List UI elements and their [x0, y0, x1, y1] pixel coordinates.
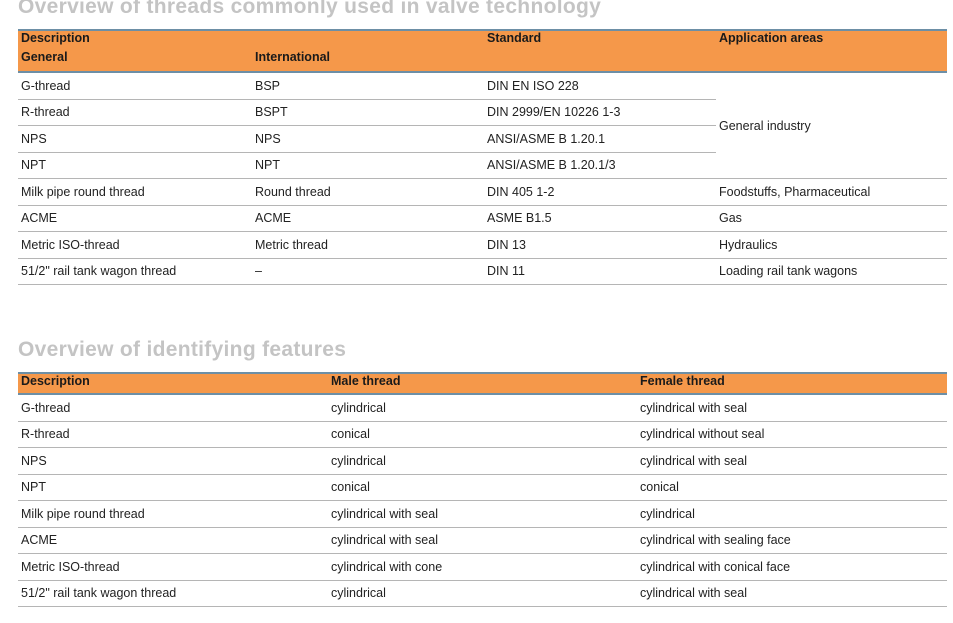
cell-female: cylindrical with seal [637, 394, 947, 422]
cell-standard: DIN 11 [484, 258, 716, 285]
cell-male: cylindrical with seal [328, 500, 637, 528]
cell-standard: ANSI/ASME B 1.20.1/3 [484, 152, 716, 179]
cell-description: R-thread [18, 421, 328, 448]
header-female: Female thread [637, 372, 947, 395]
cell-standard: ASME B1.5 [484, 205, 716, 232]
cell-female: cylindrical without seal [637, 421, 947, 448]
cell-application: Gas [716, 205, 947, 232]
cell-male: cylindrical [328, 447, 637, 475]
cell-description: G-thread [18, 394, 328, 422]
table-row: Milk pipe round thread Round thread DIN 40… [18, 178, 947, 206]
header-standard: Standard [484, 29, 716, 50]
table-row: Metric ISO-thread Metric thread DIN 13 Hydr… [18, 231, 947, 259]
table-row: G-thread BSP DIN EN ISO 228 General industr… [18, 72, 947, 179]
cell-description: NPS [18, 447, 328, 475]
cell-international: Metric thread [252, 231, 484, 259]
cell-male: cylindrical with cone [328, 553, 637, 581]
cell-international: – [252, 258, 484, 285]
cell-male: conical [328, 421, 637, 448]
cell-general: G-thread [18, 72, 252, 100]
cell-description: NPT [18, 474, 328, 501]
cell-international: NPS [252, 125, 484, 153]
cell-description: Milk pipe round thread [18, 500, 328, 528]
cell-description: Metric ISO-thread [18, 553, 328, 581]
cell-general: NPT [18, 152, 252, 179]
cell-male: cylindrical [328, 580, 637, 607]
cell-application: Foodstuffs, Pharmaceutical [716, 178, 947, 206]
table2-title: Overview of identifying features [18, 338, 347, 361]
cell-international: BSP [252, 72, 484, 100]
cell-female: cylindrical with sealing face [637, 527, 947, 554]
table-row: ACME cylindrical with seal cylindrical wit… [18, 527, 947, 554]
table-row: G-thread cylindrical cylindrical with seal [18, 394, 947, 422]
cell-standard: DIN 13 [484, 231, 716, 259]
cell-male: cylindrical with seal [328, 527, 637, 554]
cell-male: conical [328, 474, 637, 501]
cell-general: R-thread [18, 99, 252, 126]
cell-international: Round thread [252, 178, 484, 206]
cell-general: 51/2" rail tank wagon thread [18, 258, 252, 285]
header-description: Description [18, 372, 328, 395]
cell-female: cylindrical with conical face [637, 553, 947, 581]
cell-male: cylindrical [328, 394, 637, 422]
header-general: General [18, 50, 252, 73]
cell-general: ACME [18, 205, 252, 232]
threads-table: Description Standard Application areas Gen… [18, 29, 947, 285]
cell-standard: DIN 2999/EN 10226 1-3 [484, 99, 716, 126]
table1-title: Overview of threads commonly used in val… [18, 0, 602, 18]
header-international: International [252, 50, 484, 73]
cell-female: cylindrical with seal [637, 447, 947, 475]
header-application: Application areas [716, 29, 947, 50]
cell-application: Loading rail tank wagons [716, 258, 947, 285]
table-row: 51/2" rail tank wagon thread cylindrical c… [18, 580, 947, 607]
cell-female: conical [637, 474, 947, 501]
cell-international: NPT [252, 152, 484, 179]
cell-application: General industry [716, 72, 947, 179]
cell-general: Metric ISO-thread [18, 231, 252, 259]
table-row: ACME ACME ASME B1.5 Gas [18, 205, 947, 232]
header-description: Description [18, 29, 252, 50]
cell-description: ACME [18, 527, 328, 554]
table-row: NPT conical conical [18, 474, 947, 501]
cell-international: ACME [252, 205, 484, 232]
table-row: Metric ISO-thread cylindrical with cone cy… [18, 553, 947, 581]
cell-description: 51/2" rail tank wagon thread [18, 580, 328, 607]
cell-standard: DIN 405 1-2 [484, 178, 716, 206]
cell-female: cylindrical with seal [637, 580, 947, 607]
table-row: R-thread conical cylindrical without seal [18, 421, 947, 448]
cell-international: BSPT [252, 99, 484, 126]
features-table: Description Male thread Female thread G-th… [18, 372, 947, 607]
cell-female: cylindrical [637, 500, 947, 528]
table-row: Milk pipe round thread cylindrical with s… [18, 500, 947, 528]
cell-standard: DIN EN ISO 228 [484, 72, 716, 100]
header-male: Male thread [328, 372, 637, 395]
cell-general: Milk pipe round thread [18, 178, 252, 206]
cell-general: NPS [18, 125, 252, 153]
table-row: NPS cylindrical cylindrical with seal [18, 447, 947, 475]
table-row: 51/2" rail tank wagon thread – DIN 11 Loadi… [18, 258, 947, 285]
cell-application: Hydraulics [716, 231, 947, 259]
cell-standard: ANSI/ASME B 1.20.1 [484, 125, 716, 153]
